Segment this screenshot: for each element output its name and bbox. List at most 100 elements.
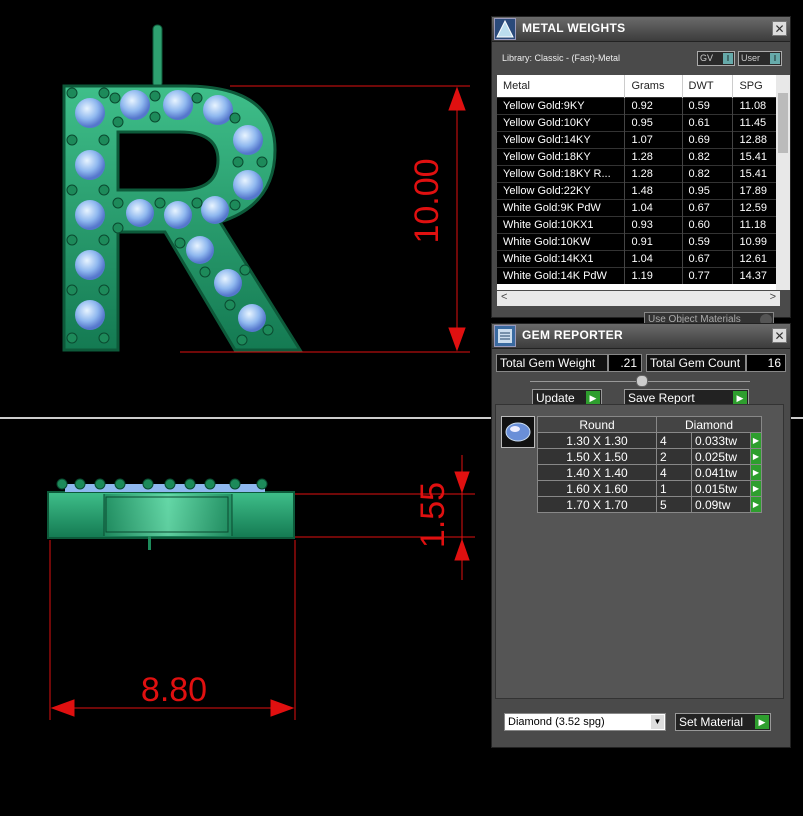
play-icon: ▶	[586, 391, 600, 405]
close-icon[interactable]: ✕	[772, 21, 787, 36]
table-row[interactable]: Yellow Gold:18KY 1.28 0.82 15.41	[497, 148, 780, 166]
table-cell: 0.041tw	[691, 464, 751, 481]
table-row[interactable]: White Gold:14K PdW 1.19 0.77 14.37	[497, 267, 780, 284]
width-dimension-label: 8.80	[141, 671, 207, 709]
table-cell: 11.45	[732, 114, 780, 132]
table-row[interactable]: White Gold:10KX1 0.93 0.60 11.18	[497, 216, 780, 234]
table-cell: 1.19	[624, 267, 683, 284]
table-cell: 0.61	[682, 114, 734, 132]
total-gem-count-label: Total Gem Count	[646, 354, 746, 372]
table-row[interactable]: Yellow Gold:10KY 0.95 0.61 11.45	[497, 114, 780, 132]
shape-header: Round	[537, 416, 657, 433]
row-play-icon[interactable]: ▶	[750, 496, 762, 513]
scroll-thumb[interactable]	[778, 93, 788, 153]
table-cell: 0.91	[624, 233, 683, 251]
table-row[interactable]: White Gold:9K PdW 1.04 0.67 12.59	[497, 199, 780, 217]
table-cell: 12.59	[732, 199, 780, 217]
total-gem-count-value: 16	[746, 354, 786, 372]
gem-table[interactable]: Round Diamond 1.30 X 1.30 4 0.033tw ▶ 1.50 X…	[537, 416, 762, 513]
table-cell: 0.77	[682, 267, 734, 284]
gem-reporter-titlebar[interactable]: GEM REPORTER ✕	[492, 324, 790, 349]
library-label: Library: Classic - (Fast)-Metal	[502, 53, 621, 63]
table-cell: 0.95	[682, 182, 734, 200]
table-cell: 1.28	[624, 165, 683, 183]
chevron-down-icon: ▼	[651, 715, 664, 729]
material-header: Diamond	[656, 416, 762, 433]
user-toggle[interactable]: User I	[738, 51, 782, 66]
set-material-label: Set Material	[679, 715, 744, 729]
horizontal-scrollbar[interactable]: < >	[497, 291, 780, 306]
update-label: Update	[536, 391, 575, 405]
metal-weights-title: METAL WEIGHTS	[522, 21, 626, 35]
table-cell: 2	[656, 448, 692, 465]
table-cell: 1.50 X 1.50	[537, 448, 657, 465]
table-cell: 0.60	[682, 216, 734, 234]
gem-reporter-panel: GEM REPORTER ✕ Total Gem Weight .21 Tota…	[491, 323, 791, 748]
table-cell: 12.88	[732, 131, 780, 149]
slider-handle[interactable]	[636, 375, 648, 387]
column-header[interactable]: DWT	[682, 75, 734, 98]
design-canvas: 10.00 1.55 8.80	[47, 24, 475, 720]
table-cell: 0.025tw	[691, 448, 751, 465]
table-row[interactable]: 1.50 X 1.50 2 0.025tw ▶	[537, 448, 762, 465]
save-report-label: Save Report	[628, 391, 695, 405]
metal-table[interactable]: Metal Grams DWT SPG Yellow Gold:9KY 0.92 0.59…	[497, 75, 780, 290]
table-row[interactable]: Yellow Gold:14KY 1.07 0.69 12.88	[497, 131, 780, 149]
table-cell: 0.95	[624, 114, 683, 132]
user-toggle-icon: I	[770, 53, 780, 64]
set-material-button[interactable]: Set Material ▶	[675, 713, 771, 731]
letter-r-front-view	[62, 84, 303, 352]
material-select[interactable]: Diamond (3.52 spg) ▼	[504, 713, 666, 731]
table-row[interactable]: White Gold:10KW 0.91 0.59 10.99	[497, 233, 780, 251]
table-row[interactable]: Yellow Gold:9KY 0.92 0.59 11.08	[497, 97, 780, 115]
table-row[interactable]: 1.40 X 1.40 4 0.041tw ▶	[537, 464, 762, 481]
table-row[interactable]: 1.60 X 1.60 1 0.015tw ▶	[537, 480, 762, 497]
table-cell: 0.82	[682, 148, 734, 166]
total-gem-weight-value: .21	[608, 354, 642, 372]
table-cell: 1.28	[624, 148, 683, 166]
table-cell: 11.08	[732, 97, 780, 115]
table-row[interactable]: White Gold:14KX1 1.04 0.67 12.61	[497, 250, 780, 268]
table-cell: 1.04	[624, 199, 683, 217]
table-row[interactable]: 1.30 X 1.30 4 0.033tw ▶	[537, 432, 762, 449]
user-label: User	[741, 53, 761, 63]
row-play-icon[interactable]: ▶	[750, 432, 762, 449]
cad-viewport[interactable]: 10.00 1.55 8.80	[0, 0, 490, 811]
vertical-scrollbar[interactable]	[776, 75, 790, 290]
table-cell: 1	[656, 480, 692, 497]
column-header[interactable]: SPG	[732, 75, 780, 98]
total-gem-weight-label: Total Gem Weight	[496, 354, 608, 372]
table-cell: Yellow Gold:18KY	[497, 148, 626, 166]
metal-weights-titlebar[interactable]: METAL WEIGHTS ✕	[492, 17, 790, 42]
table-cell: Yellow Gold:10KY	[497, 114, 626, 132]
row-play-icon[interactable]: ▶	[750, 464, 762, 481]
metal-weights-icon	[494, 18, 516, 40]
gv-toggle[interactable]: GV I	[697, 51, 735, 66]
table-cell: 10.99	[732, 233, 780, 251]
table-cell: 14.37	[732, 267, 780, 284]
table-cell: 12.61	[732, 250, 780, 268]
gv-label: GV	[700, 53, 714, 63]
row-play-icon[interactable]: ▶	[750, 480, 762, 497]
table-cell: Yellow Gold:22KY	[497, 182, 626, 200]
scroll-left-icon[interactable]: <	[501, 291, 507, 303]
column-header[interactable]: Metal	[497, 75, 626, 98]
table-cell: 1.40 X 1.40	[537, 464, 657, 481]
row-play-icon[interactable]: ▶	[750, 448, 762, 465]
table-cell: 0.92	[624, 97, 683, 115]
table-cell: 0.015tw	[691, 480, 751, 497]
scroll-right-icon[interactable]: >	[770, 291, 776, 303]
play-icon: ▶	[755, 715, 769, 729]
table-cell: 11.18	[732, 216, 780, 234]
table-row[interactable]: Yellow Gold:22KY 1.48 0.95 17.89	[497, 182, 780, 200]
table-cell: White Gold:14KX1	[497, 250, 626, 268]
table-row[interactable]: Yellow Gold:18KY R... 1.28 0.82 15.41	[497, 165, 780, 183]
column-header[interactable]: Grams	[624, 75, 683, 98]
gem-shape-icon[interactable]	[501, 416, 535, 448]
table-cell: Yellow Gold:9KY	[497, 97, 626, 115]
close-icon[interactable]: ✕	[772, 328, 787, 343]
table-row[interactable]: 1.70 X 1.70 5 0.09tw ▶	[537, 496, 762, 513]
table-cell: 0.033tw	[691, 432, 751, 449]
height-dimension-label: 10.00	[408, 158, 446, 243]
report-icon	[494, 325, 516, 347]
